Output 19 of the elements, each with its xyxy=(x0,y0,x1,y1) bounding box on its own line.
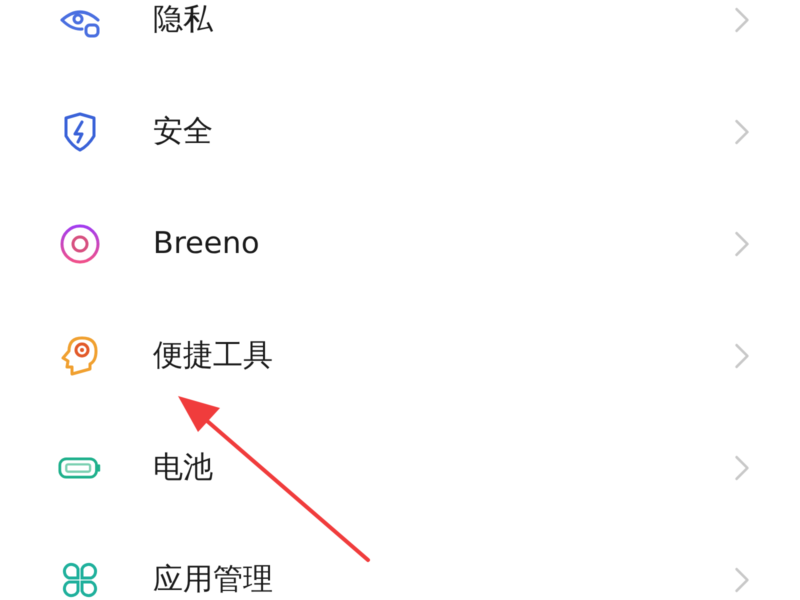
settings-row[interactable]: 应用管理 xyxy=(0,524,800,600)
chevron-right-icon xyxy=(734,7,750,33)
chevron-right-icon xyxy=(734,343,750,369)
settings-label: 应用管理 xyxy=(153,562,274,598)
settings-label: 安全 xyxy=(153,114,214,150)
chevron-right-icon xyxy=(734,119,750,145)
settings-row[interactable]: 电池 xyxy=(0,412,800,524)
settings-row[interactable]: 隐私 xyxy=(0,0,800,76)
chevron-right-icon xyxy=(734,231,750,257)
settings-label: 便捷工具 xyxy=(153,338,274,374)
settings-row[interactable]: 安全 xyxy=(0,76,800,188)
ring-icon xyxy=(58,222,102,266)
settings-label: Breeno xyxy=(153,226,261,262)
settings-label: 电池 xyxy=(153,450,214,486)
chevron-right-icon xyxy=(734,567,750,593)
settings-row[interactable]: Breeno xyxy=(0,188,800,300)
settings-label: 隐私 xyxy=(153,2,214,38)
chevron-right-icon xyxy=(734,455,750,481)
settings-row[interactable]: 便捷工具 xyxy=(0,300,800,412)
